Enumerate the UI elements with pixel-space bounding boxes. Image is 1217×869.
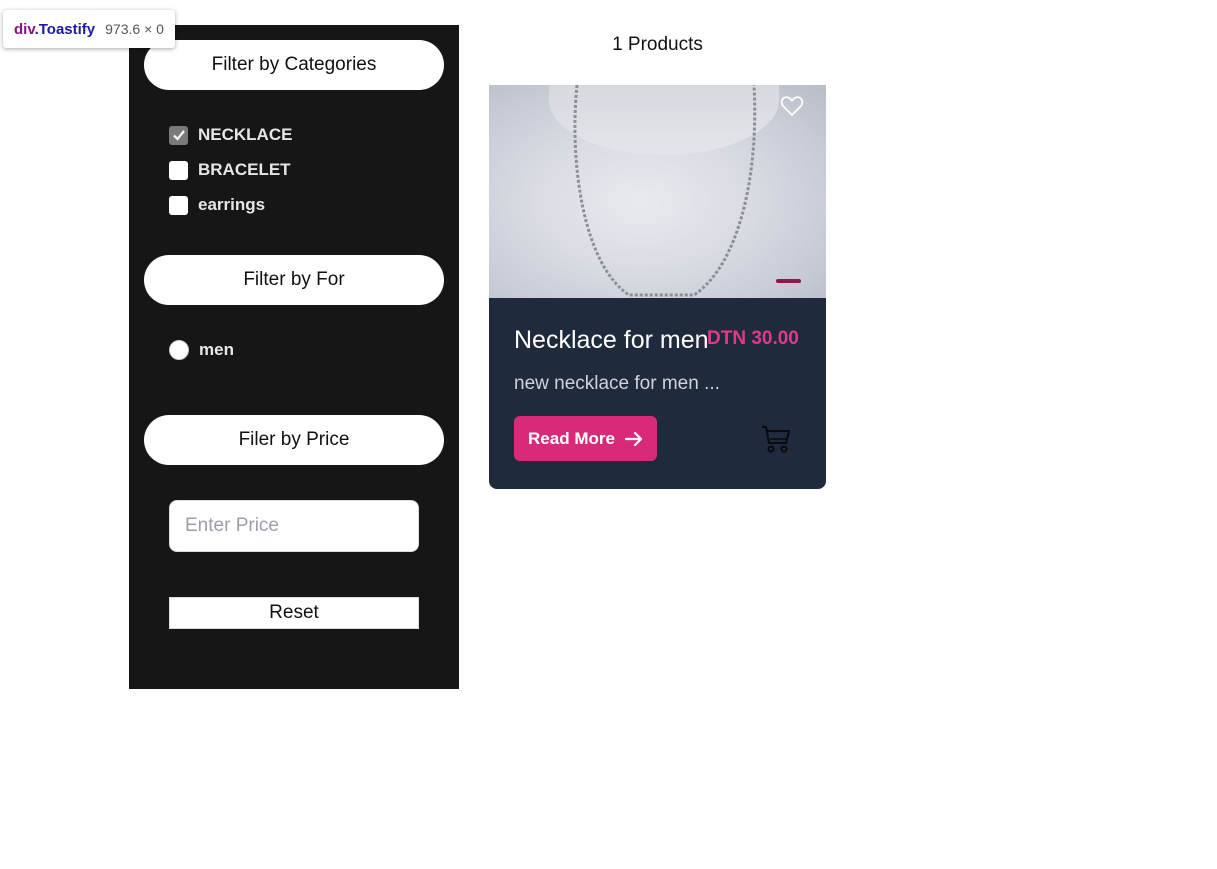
filter-sidebar: Filter by Categories NECKLACE BRACELET e…: [129, 25, 459, 689]
product-price: DTN 30.00: [707, 328, 799, 349]
devtools-tooltip: div.Toastify 973.6 × 0: [3, 10, 175, 48]
read-more-button[interactable]: Read More: [514, 416, 657, 461]
product-image: [489, 85, 826, 298]
filter-categories-header: Filter by Categories: [144, 40, 444, 90]
product-description: new necklace for men ...: [514, 373, 720, 394]
arrow-right-icon: [624, 431, 643, 446]
necklace-checkbox[interactable]: [169, 125, 188, 145]
cart-icon[interactable]: [761, 424, 791, 454]
title-row: Necklace for men DTN 30.00: [514, 326, 814, 360]
product-card: Necklace for men DTN 30.00 new necklace …: [489, 85, 826, 489]
earrings-checkbox[interactable]: [169, 195, 188, 215]
reset-button[interactable]: Reset: [169, 597, 419, 629]
read-more-label: Read More: [528, 428, 615, 448]
category-label: earrings: [198, 195, 266, 214]
for-label: men: [199, 340, 234, 359]
carousel-indicator[interactable]: [776, 279, 801, 283]
devtools-dims: 973.6 × 0: [105, 21, 164, 37]
category-label: NECKLACE: [198, 125, 293, 144]
category-label: BRACELET: [198, 160, 291, 179]
for-option-men[interactable]: men: [169, 340, 234, 360]
category-option-bracelet[interactable]: BRACELET: [169, 160, 291, 180]
bracelet-checkbox[interactable]: [169, 160, 188, 180]
filter-price-header: Filer by Price: [144, 415, 444, 465]
category-option-necklace[interactable]: NECKLACE: [169, 125, 292, 145]
devtools-tag: div.Toastify: [14, 20, 96, 38]
product-title: Necklace for men: [514, 326, 709, 354]
category-option-earrings[interactable]: earrings: [169, 195, 265, 215]
price-input[interactable]: Enter Price: [169, 500, 419, 552]
necklace-chain-graphic: [573, 85, 757, 297]
filter-for-header: Filter by For: [144, 255, 444, 305]
men-radio[interactable]: [169, 340, 189, 360]
checkmark-icon: [172, 130, 185, 141]
product-count: 1 Products: [612, 34, 703, 55]
heart-outline-icon[interactable]: [780, 95, 804, 117]
